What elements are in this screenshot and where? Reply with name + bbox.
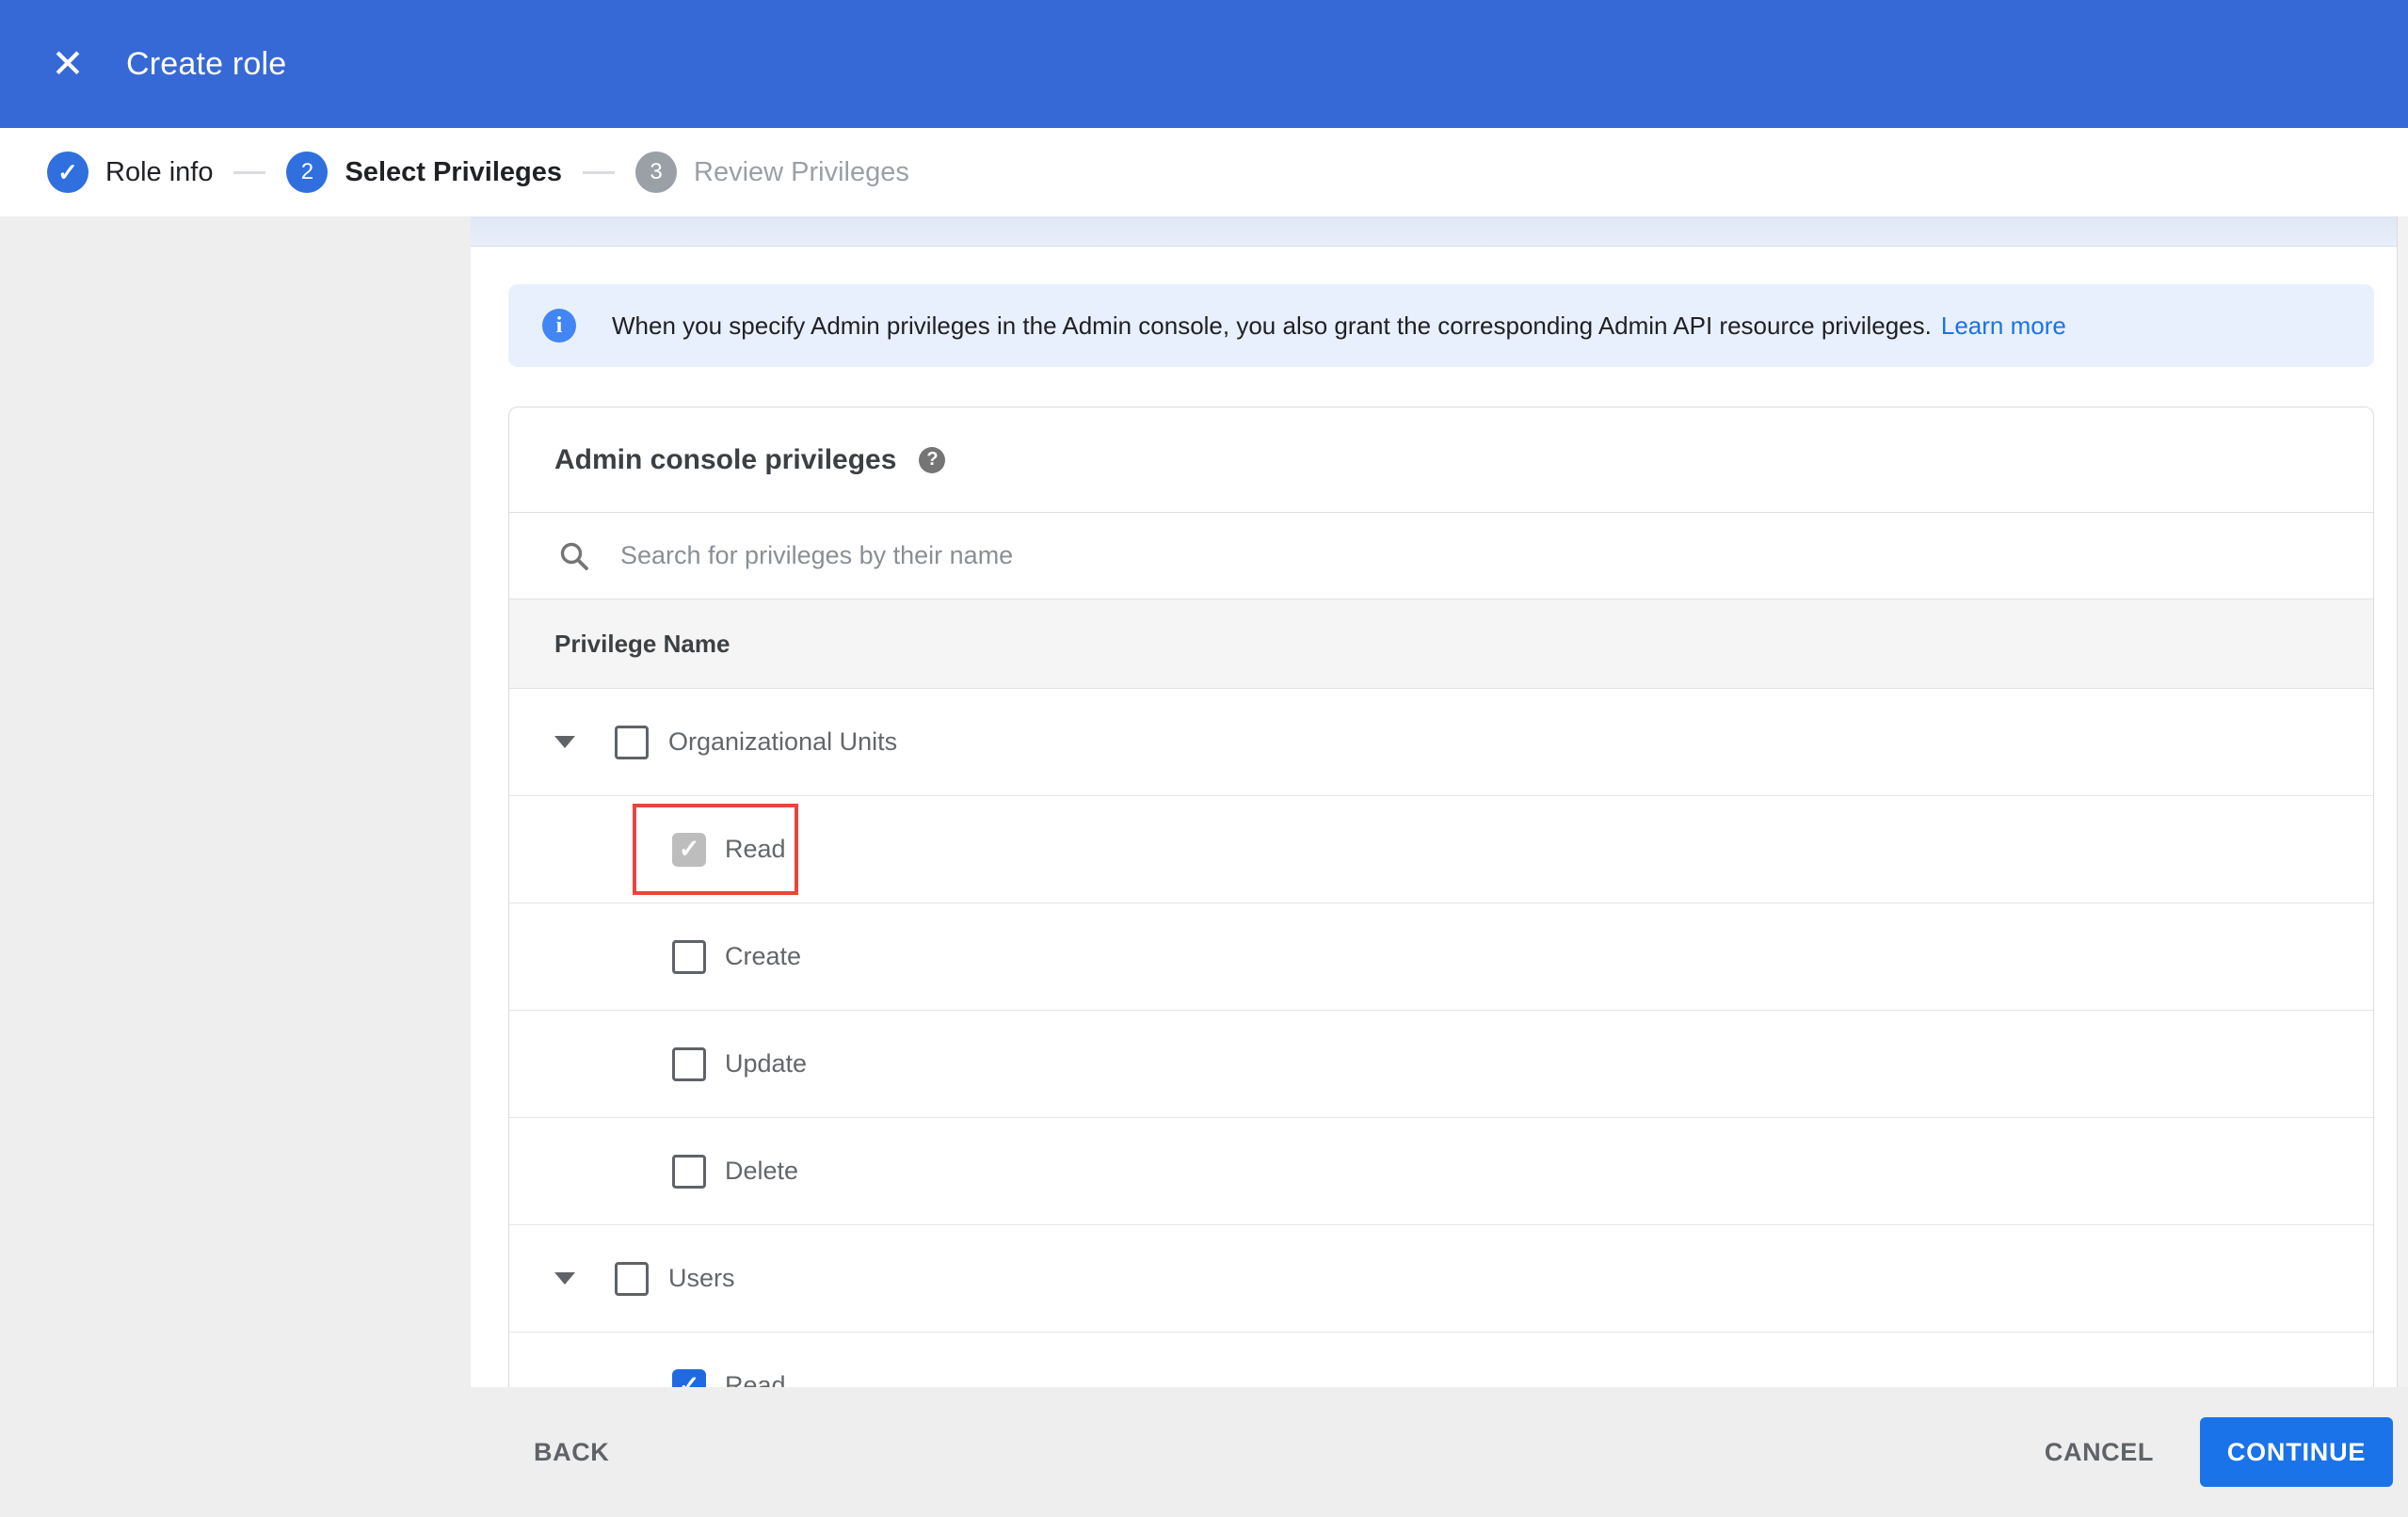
step-connector [233,170,266,174]
privilege-checkbox-read[interactable]: ✓ [672,1368,706,1388]
info-banner: i When you specify Admin privileges in t… [508,284,2374,367]
continue-button[interactable]: CONTINUE [2200,1417,2393,1487]
checkmark-icon: ✓ [678,835,700,863]
back-button[interactable]: BACK [534,1438,609,1467]
privilege-label: Update [725,1049,808,1078]
info-icon: i [542,309,576,343]
table-row: ✓ Read [509,1333,2373,1387]
stepper: ✓ Role info 2 Select Privileges 3 Review Priv… [0,128,2408,216]
privileges-card: Admin console privileges ? Privilege Nam… [508,407,2374,1387]
step-number: 3 [635,152,677,193]
main-area: i When you specify Admin privileges in t… [0,216,2408,1387]
step-connector [583,170,615,174]
privilege-checkbox-organizational-units[interactable] [615,725,649,759]
step-select-privileges[interactable]: 2 Select Privileges [286,152,562,193]
app-bar: ✕ Create role [0,0,2408,128]
left-gray-panel [0,216,471,1387]
search-icon [560,542,588,570]
table-row: Organizational Units [509,689,2373,796]
card-header: Admin console privileges ? [509,407,2373,512]
content-pane: i When you specify Admin privileges in t… [471,216,2408,1387]
privilege-search-row [509,512,2373,599]
scrollbar[interactable] [2397,216,2408,1387]
expand-arrow-icon[interactable] [554,736,575,748]
privilege-checkbox-users[interactable] [615,1261,649,1296]
privilege-label: Delete [725,1157,799,1185]
learn-more-link[interactable]: Learn more [1941,311,2066,341]
table-row: Delete [509,1118,2373,1225]
privilege-checkbox-read: ✓ [672,832,706,867]
privilege-rows: Organizational Units ✓ Read Create Update Del… [509,689,2373,1387]
footer-bar: BACK CANCEL CONTINUE [0,1387,2408,1517]
step-label: Select Privileges [345,156,562,187]
search-input[interactable] [620,541,1938,570]
table-header-row: Privilege Name [509,599,2373,689]
privilege-label: Create [725,942,802,970]
privilege-label: Organizational Units [668,727,898,756]
privilege-checkbox-delete[interactable] [672,1154,706,1189]
close-icon[interactable]: ✕ [47,43,88,85]
step-label: Review Privileges [694,156,909,187]
privilege-label: Read [725,1371,786,1387]
privilege-checkbox-update[interactable] [672,1046,706,1081]
help-icon[interactable]: ? [919,446,946,473]
table-header-label: Privilege Name [554,629,730,658]
privilege-label: Read [725,835,786,863]
step-label: Role info [105,156,214,187]
table-row: Users [509,1225,2373,1333]
page-title: Create role [126,45,287,82]
step-number: 2 [286,152,329,193]
privilege-label: Users [668,1264,735,1292]
table-row: ✓ Read [509,796,2373,903]
cancel-button[interactable]: CANCEL [2045,1438,2154,1467]
step-check-icon: ✓ [47,152,88,193]
table-row: Create [509,903,2373,1011]
step-review-privileges[interactable]: 3 Review Privileges [635,152,909,193]
table-row: Update [509,1011,2373,1118]
privilege-checkbox-create[interactable] [672,939,706,974]
card-title: Admin console privileges [554,443,897,475]
expand-arrow-icon[interactable] [554,1272,575,1285]
checkmark-icon: ✓ [678,1371,700,1388]
info-banner-text: When you specify Admin privileges in the… [612,311,1932,340]
step-role-info[interactable]: ✓ Role info [47,152,213,193]
scrolled-header-strip [471,216,2408,247]
